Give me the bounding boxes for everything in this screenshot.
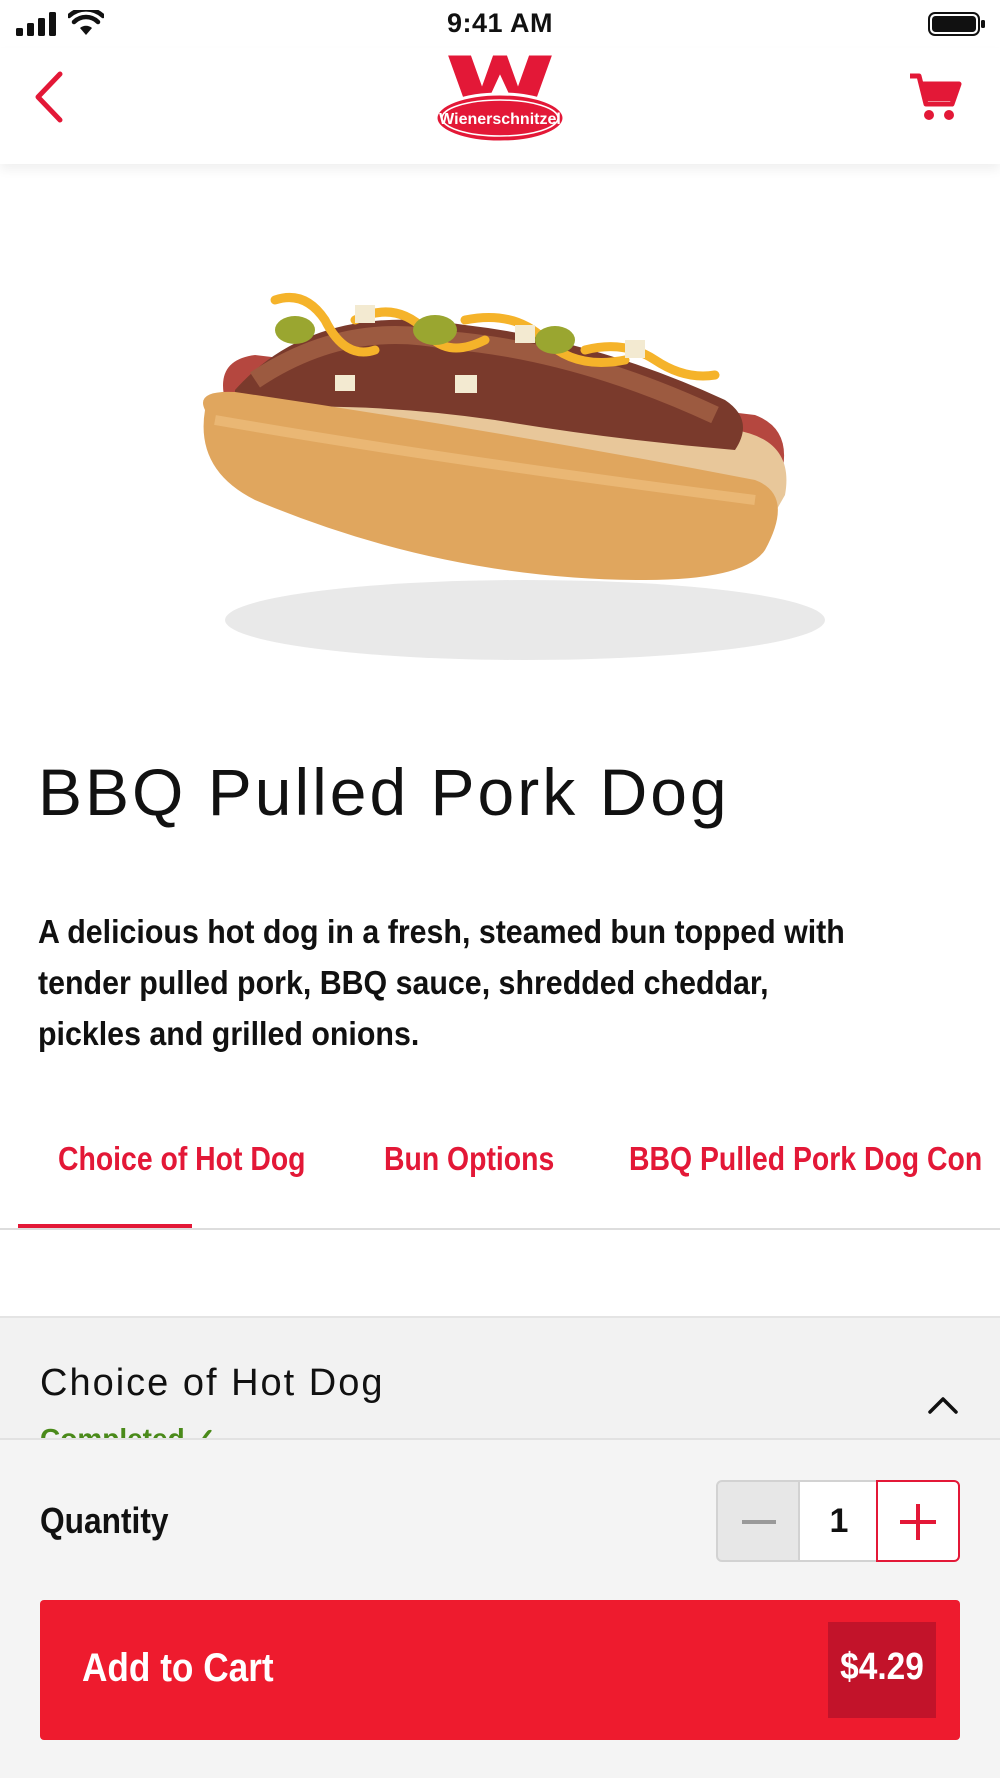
chevron-up-icon[interactable] [926, 1394, 960, 1416]
add-to-cart-button[interactable]: Add to Cart $4.29 [40, 1600, 960, 1740]
tab-bbq-pulled-pork-dog-condiments[interactable]: BBQ Pulled Pork Dog Con [629, 1140, 982, 1178]
quantity-value: 1 [798, 1480, 880, 1562]
customization-tabs: Choice of Hot Dog Bun Options BBQ Pulled… [0, 1110, 1000, 1230]
status-time: 9:41 AM [446, 8, 554, 38]
tab-choice-of-hot-dog[interactable]: Choice of Hot Dog [58, 1140, 306, 1178]
product-image [203, 293, 825, 660]
price-badge: $4.29 [828, 1622, 936, 1718]
product-description: A delicious hot dog in a fresh, steamed … [38, 913, 845, 1052]
app-header: Wienerschnitzel [0, 48, 1000, 164]
status-bar: 9:41 AM [0, 0, 1000, 48]
section-title: Choice of Hot Dog [40, 1362, 385, 1404]
product-title: BBQ Pulled Pork Dog [38, 755, 730, 829]
price-value: $4.29 [840, 1646, 924, 1688]
bottom-action-bar: Quantity 1 Add to Cart $4.29 [0, 1438, 1000, 1778]
cart-icon[interactable] [908, 70, 962, 124]
add-to-cart-label: Add to Cart [82, 1646, 274, 1690]
quantity-increase-button[interactable] [876, 1480, 960, 1562]
quantity-decrease-button[interactable] [716, 1480, 800, 1562]
active-tab-indicator [18, 1224, 192, 1228]
svg-text:Wienerschnitzel: Wienerschnitzel [439, 111, 561, 128]
battery-icon [928, 12, 985, 36]
tab-bun-options[interactable]: Bun Options [384, 1140, 554, 1178]
quantity-label: Quantity [40, 1500, 169, 1541]
brand-logo: Wienerschnitzel [434, 52, 566, 144]
back-chevron-icon[interactable] [28, 66, 76, 128]
